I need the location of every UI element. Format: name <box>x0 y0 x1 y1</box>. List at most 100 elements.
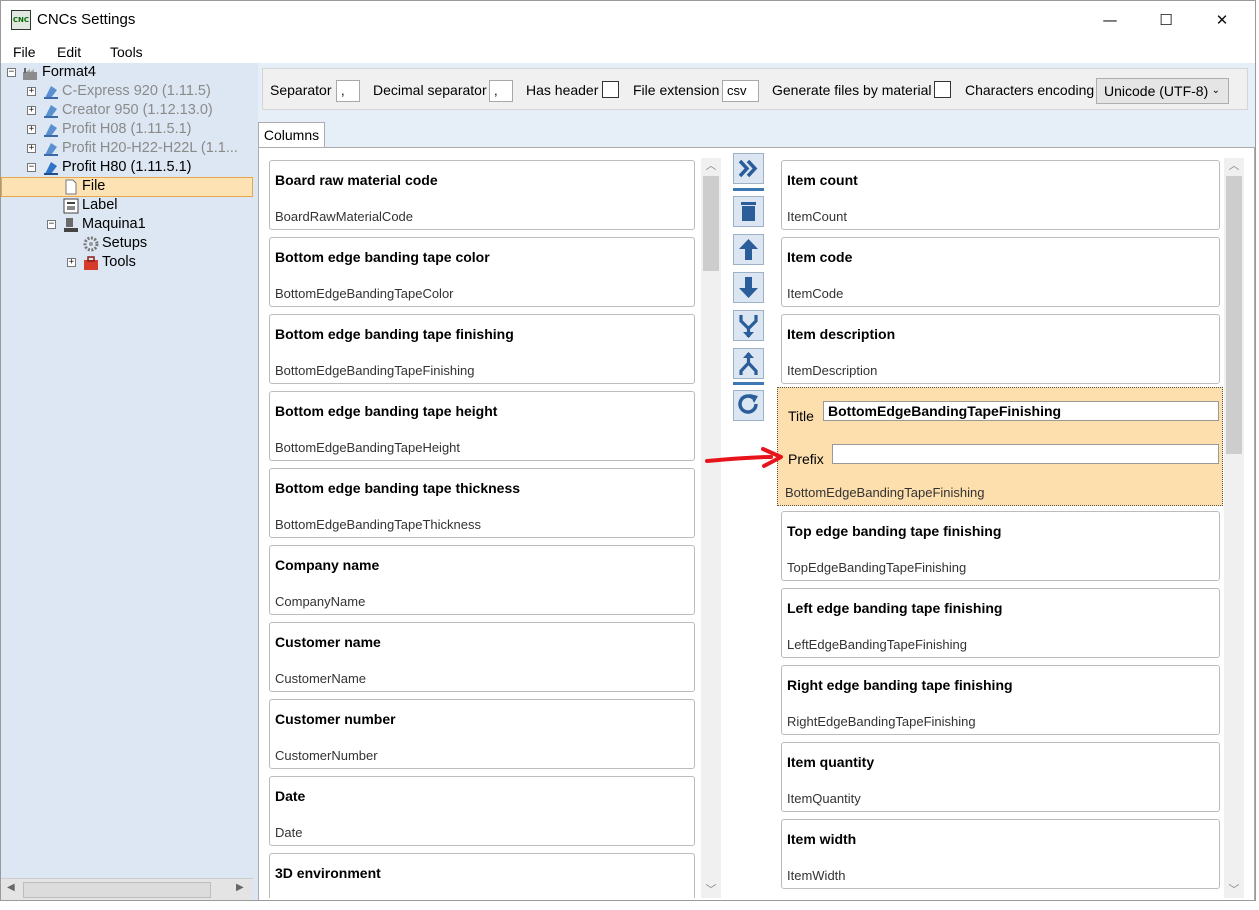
separator-input[interactable]: , <box>336 80 360 102</box>
column-card[interactable]: Left edge banding tape finishing LeftEdge… <box>781 588 1220 658</box>
menu-file[interactable]: File <box>13 44 36 60</box>
scroll-down-icon[interactable]: ﹀ <box>1224 882 1244 898</box>
column-title: Item description <box>787 326 896 342</box>
collapse-icon[interactable]: − <box>47 220 56 229</box>
collapse-icon[interactable]: − <box>27 163 36 172</box>
minimize-button[interactable]: — <box>1087 1 1133 39</box>
file-icon <box>65 179 77 195</box>
refresh-icon <box>738 394 758 414</box>
file-extension-input[interactable]: csv <box>722 80 759 102</box>
decimal-separator-input[interactable]: , <box>489 80 513 102</box>
scroll-right-icon[interactable]: ▶ <box>236 882 244 893</box>
column-key: BottomEdgeBandingTapeThickness <box>275 517 481 532</box>
column-key: ItemCode <box>787 286 844 301</box>
tree-node-setups[interactable]: Setups <box>102 234 147 253</box>
has-header-checkbox[interactable] <box>602 81 619 98</box>
tree-node-tools[interactable]: Tools <box>102 253 136 272</box>
column-key: ItemWidth <box>787 868 846 883</box>
scroll-left-icon[interactable]: ◀ <box>7 882 15 893</box>
scroll-thumb[interactable] <box>1226 176 1242 454</box>
column-card[interactable]: Right edge banding tape finishing RightEd… <box>781 665 1220 735</box>
column-card[interactable]: 3D environment <box>269 853 695 898</box>
arrow-down-icon <box>739 277 758 298</box>
tree-node-machine[interactable]: Profit H80 (1.11.5.1) <box>62 158 192 177</box>
maximize-button[interactable]: ☐ <box>1143 1 1189 39</box>
column-card[interactable]: Item count ItemCount <box>781 160 1220 230</box>
trash-icon <box>741 202 756 221</box>
column-card[interactable]: Item code ItemCode <box>781 237 1220 307</box>
column-title: Bottom edge banding tape height <box>275 403 498 419</box>
column-title: Date <box>275 788 306 804</box>
column-title: Left edge banding tape finishing <box>787 600 1003 616</box>
expand-icon[interactable]: + <box>27 125 36 134</box>
tab-columns[interactable]: Columns <box>258 122 325 148</box>
column-card[interactable]: Board raw material code BoardRawMaterialC… <box>269 160 695 230</box>
column-card[interactable]: Bottom edge banding tape color BottomEdge… <box>269 237 695 307</box>
move-up-button[interactable] <box>733 234 764 265</box>
column-card[interactable]: Item quantity ItemQuantity <box>781 742 1220 812</box>
expand-icon[interactable]: + <box>67 258 76 267</box>
column-card[interactable]: Item width ItemWidth <box>781 819 1220 889</box>
column-card[interactable]: Customer number CustomerNumber <box>269 699 695 769</box>
scroll-thumb[interactable] <box>703 176 719 271</box>
selected-list-scrollbar[interactable]: ︿ ﹀ <box>1224 158 1244 898</box>
refresh-button[interactable] <box>733 390 764 421</box>
machine-icon <box>44 105 58 118</box>
tree-node-machine[interactable]: C-Express 920 (1.11.5) <box>62 82 211 101</box>
column-key: RightEdgeBandingTapeFinishing <box>787 714 976 729</box>
tree-node-machine[interactable]: Creator 950 (1.12.13.0) <box>62 101 213 120</box>
column-title: Item quantity <box>787 754 875 770</box>
expand-icon[interactable]: + <box>27 106 36 115</box>
edited-column-card[interactable]: Title BottomEdgeBandingTapeFinishing Pre… <box>777 387 1223 506</box>
scroll-up-icon[interactable]: ︿ <box>1224 158 1244 174</box>
column-title: 3D environment <box>275 865 381 881</box>
generate-by-material-label: Generate files by material <box>772 82 932 98</box>
tree-node-root[interactable]: Format4 <box>42 63 96 82</box>
separator <box>733 382 764 385</box>
scroll-thumb[interactable] <box>23 882 211 898</box>
title-input[interactable]: BottomEdgeBandingTapeFinishing <box>823 401 1219 421</box>
expand-icon[interactable]: + <box>27 87 36 96</box>
tree-node-machine[interactable]: Profit H20-H22-H22L (1.1... <box>62 139 238 158</box>
title-label: Title <box>788 408 814 424</box>
menu-tools[interactable]: Tools <box>110 44 143 60</box>
available-list-scrollbar[interactable]: ︿ ﹀ <box>701 158 721 898</box>
column-card[interactable]: Bottom edge banding tape height BottomEdg… <box>269 391 695 461</box>
encoding-select[interactable]: Unicode (UTF-8) ⌄ <box>1096 78 1229 104</box>
menu-edit[interactable]: Edit <box>57 44 81 60</box>
column-card[interactable]: Bottom edge banding tape finishing Bottom… <box>269 314 695 384</box>
expand-icon[interactable]: + <box>27 144 36 153</box>
tree-node-maquina[interactable]: Maquina1 <box>82 215 146 234</box>
column-key: BottomEdgeBandingTapeHeight <box>275 440 461 455</box>
column-card[interactable]: Bottom edge banding tape thickness Bottom… <box>269 468 695 538</box>
tree-node-label[interactable]: Label <box>82 196 117 215</box>
annotation-arrow-icon <box>705 447 783 468</box>
split-button[interactable] <box>733 348 764 379</box>
add-all-button[interactable] <box>733 153 764 184</box>
encoding-value: Unicode (UTF-8) <box>1104 83 1209 99</box>
column-title: Bottom edge banding tape color <box>275 249 490 265</box>
tree-node-machine[interactable]: Profit H08 (1.11.5.1) <box>62 120 192 139</box>
column-card[interactable]: Company name CompanyName <box>269 545 695 615</box>
column-title: Item code <box>787 249 853 265</box>
machine-icon <box>44 124 58 137</box>
prefix-input[interactable] <box>832 444 1219 464</box>
column-card[interactable]: Date Date <box>269 776 695 846</box>
tree-horizontal-scrollbar[interactable]: ◀ ▶ <box>1 878 253 900</box>
label-icon <box>63 198 79 214</box>
column-key: ItemDescription <box>787 363 878 378</box>
move-down-button[interactable] <box>733 272 764 303</box>
column-card[interactable]: Item description ItemDescription <box>781 314 1220 384</box>
collapse-icon[interactable]: − <box>7 68 16 77</box>
close-button[interactable]: ✕ <box>1199 1 1245 39</box>
merge-button[interactable] <box>733 310 764 341</box>
tree-node-file[interactable]: File <box>82 177 105 196</box>
delete-button[interactable] <box>733 196 764 227</box>
scroll-up-icon[interactable]: ︿ <box>701 158 721 174</box>
column-card[interactable]: Top edge banding tape finishing TopEdgeBa… <box>781 511 1220 581</box>
generate-by-material-checkbox[interactable] <box>934 81 951 98</box>
column-card[interactable]: Customer name CustomerName <box>269 622 695 692</box>
scroll-down-icon[interactable]: ﹀ <box>701 882 721 898</box>
window-title: CNCs Settings <box>37 11 136 28</box>
machine-icon <box>44 86 58 99</box>
